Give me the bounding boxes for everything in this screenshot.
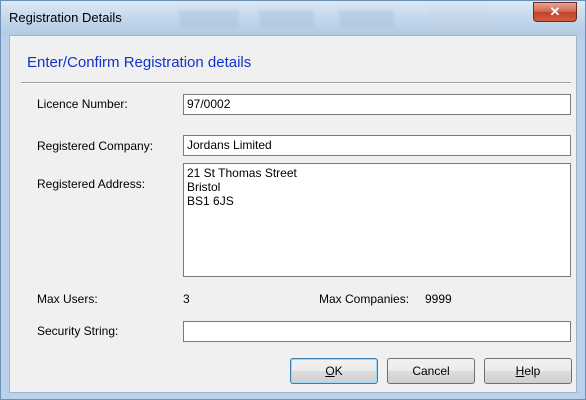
background-window-blur — [179, 10, 519, 28]
licence-number-label: Licence Number: — [37, 97, 128, 111]
licence-number-field[interactable]: 97/0002 — [183, 94, 571, 115]
ok-button[interactable]: OK — [290, 358, 378, 384]
max-companies-value: 9999 — [425, 292, 452, 306]
window-title: Registration Details — [9, 10, 122, 25]
cancel-button-label: Cancel — [412, 364, 450, 378]
registered-address-field[interactable]: 21 St Thomas Street Bristol BS1 6JS — [183, 163, 571, 277]
max-companies-label: Max Companies: — [319, 292, 410, 306]
max-users-value: 3 — [183, 292, 190, 306]
security-string-field[interactable] — [183, 321, 571, 342]
close-icon: ✕ — [549, 4, 561, 19]
security-string-label: Security String: — [37, 324, 119, 338]
registered-company-label: Registered Company: — [37, 139, 154, 153]
close-button[interactable]: ✕ — [533, 2, 577, 22]
help-button[interactable]: Help — [484, 358, 572, 384]
max-users-label: Max Users: — [37, 292, 98, 306]
heading-divider — [21, 82, 571, 84]
ok-button-label-rest: K — [334, 364, 343, 378]
registered-company-field[interactable]: Jordans Limited — [183, 135, 571, 156]
ok-button-mnemonic: O — [325, 364, 335, 378]
help-button-label-rest: elp — [524, 364, 541, 378]
registered-address-label: Registered Address: — [37, 177, 146, 191]
cancel-button[interactable]: Cancel — [387, 358, 475, 384]
dialog-heading: Enter/Confirm Registration details — [27, 54, 252, 71]
registration-dialog: Registration Details ✕ Enter/Confirm Reg… — [0, 0, 586, 400]
title-bar[interactable]: Registration Details ✕ — [1, 1, 585, 35]
